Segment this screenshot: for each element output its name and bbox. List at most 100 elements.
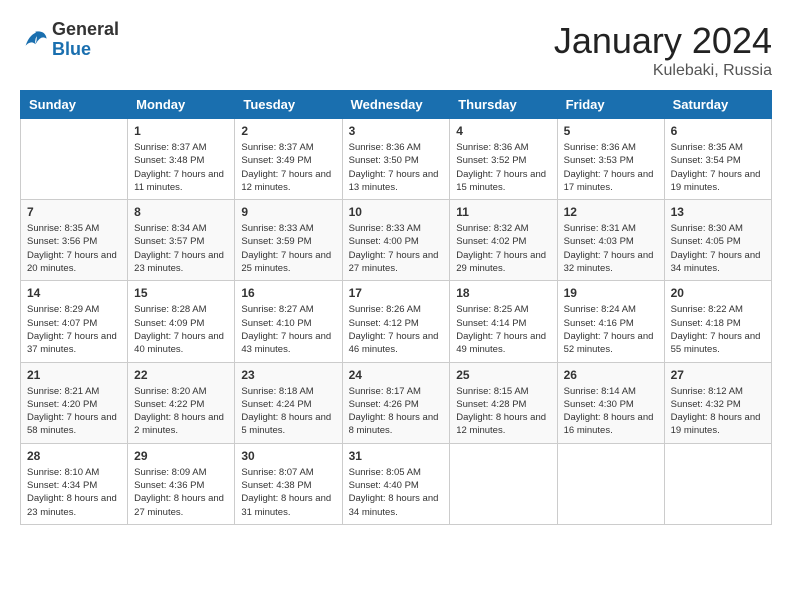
weekday-header-row: SundayMondayTuesdayWednesdayThursdayFrid… [21, 91, 772, 119]
day-info: Sunrise: 8:33 AMSunset: 4:00 PMDaylight:… [349, 222, 444, 275]
calendar-cell: 21Sunrise: 8:21 AMSunset: 4:20 PMDayligh… [21, 362, 128, 443]
logo: General Blue [20, 20, 119, 60]
calendar-cell: 31 Sunrise: 8:05 AMSunset: 4:40 PMDayligh… [342, 443, 450, 524]
day-info: Sunrise: 8:36 AMSunset: 3:53 PMDaylight:… [564, 141, 658, 194]
day-number: 11 [456, 205, 550, 219]
calendar-cell: 20 Sunrise: 8:22 AMSunset: 4:18 PMDayligh… [664, 281, 771, 362]
title-section: January 2024 Kulebaki, Russia [554, 20, 772, 80]
day-number: 1 [134, 124, 228, 138]
calendar-week-row: 21Sunrise: 8:21 AMSunset: 4:20 PMDayligh… [21, 362, 772, 443]
day-number: 22 [134, 368, 228, 382]
calendar-cell: 25 Sunrise: 8:15 AMSunset: 4:28 PMDayligh… [450, 362, 557, 443]
calendar-cell: 28 Sunrise: 8:10 AMSunset: 4:34 PMDayligh… [21, 443, 128, 524]
weekday-header: Thursday [450, 91, 557, 119]
day-number: 10 [349, 205, 444, 219]
day-number: 2 [241, 124, 335, 138]
calendar-cell: 5Sunrise: 8:36 AMSunset: 3:53 PMDaylight… [557, 119, 664, 200]
day-info: Sunrise: 8:37 AMSunset: 3:49 PMDaylight:… [241, 141, 335, 194]
day-info: Sunrise: 8:28 AMSunset: 4:09 PMDaylight:… [134, 303, 228, 356]
day-info: Sunrise: 8:36 AMSunset: 3:50 PMDaylight:… [349, 141, 444, 194]
calendar-cell [557, 443, 664, 524]
day-number: 25 [456, 368, 550, 382]
location-title: Kulebaki, Russia [554, 62, 772, 80]
day-info: Sunrise: 8:31 AMSunset: 4:03 PMDaylight:… [564, 222, 658, 275]
calendar-cell: 14Sunrise: 8:29 AMSunset: 4:07 PMDayligh… [21, 281, 128, 362]
calendar-cell: 26 Sunrise: 8:14 AMSunset: 4:30 PMDayligh… [557, 362, 664, 443]
day-number: 28 [27, 449, 121, 463]
calendar-cell: 13Sunrise: 8:30 AMSunset: 4:05 PMDayligh… [664, 200, 771, 281]
calendar-cell: 8 Sunrise: 8:34 AMSunset: 3:57 PMDaylight… [128, 200, 235, 281]
calendar-cell: 29 Sunrise: 8:09 AMSunset: 4:36 PMDayligh… [128, 443, 235, 524]
calendar-cell: 9 Sunrise: 8:33 AMSunset: 3:59 PMDaylight… [235, 200, 342, 281]
logo-text: General Blue [52, 20, 119, 60]
day-info: Sunrise: 8:29 AMSunset: 4:07 PMDaylight:… [27, 303, 121, 356]
day-number: 8 [134, 205, 228, 219]
day-info: Sunrise: 8:10 AMSunset: 4:34 PMDaylight:… [27, 466, 121, 519]
day-info: Sunrise: 8:35 AMSunset: 3:54 PMDaylight:… [671, 141, 765, 194]
calendar-week-row: 7 Sunrise: 8:35 AMSunset: 3:56 PMDaylight… [21, 200, 772, 281]
calendar-cell: 11 Sunrise: 8:32 AMSunset: 4:02 PMDayligh… [450, 200, 557, 281]
calendar-cell: 30 Sunrise: 8:07 AMSunset: 4:38 PMDayligh… [235, 443, 342, 524]
calendar-cell: 4Sunrise: 8:36 AMSunset: 3:52 PMDaylight… [450, 119, 557, 200]
calendar-cell [664, 443, 771, 524]
day-info: Sunrise: 8:27 AMSunset: 4:10 PMDaylight:… [241, 303, 335, 356]
calendar-week-row: 14Sunrise: 8:29 AMSunset: 4:07 PMDayligh… [21, 281, 772, 362]
day-number: 3 [349, 124, 444, 138]
day-number: 15 [134, 286, 228, 300]
calendar-cell: 16Sunrise: 8:27 AMSunset: 4:10 PMDayligh… [235, 281, 342, 362]
weekday-header: Friday [557, 91, 664, 119]
logo-general: General [52, 20, 119, 40]
day-info: Sunrise: 8:12 AMSunset: 4:32 PMDaylight:… [671, 385, 765, 438]
day-number: 23 [241, 368, 335, 382]
day-number: 7 [27, 205, 121, 219]
day-info: Sunrise: 8:17 AMSunset: 4:26 PMDaylight:… [349, 385, 444, 438]
day-info: Sunrise: 8:30 AMSunset: 4:05 PMDaylight:… [671, 222, 765, 275]
calendar-table: SundayMondayTuesdayWednesdayThursdayFrid… [20, 90, 772, 525]
calendar-cell: 18Sunrise: 8:25 AMSunset: 4:14 PMDayligh… [450, 281, 557, 362]
calendar-cell: 3 Sunrise: 8:36 AMSunset: 3:50 PMDaylight… [342, 119, 450, 200]
day-info: Sunrise: 8:09 AMSunset: 4:36 PMDaylight:… [134, 466, 228, 519]
day-info: Sunrise: 8:18 AMSunset: 4:24 PMDaylight:… [241, 385, 335, 438]
calendar-cell: 22 Sunrise: 8:20 AMSunset: 4:22 PMDayligh… [128, 362, 235, 443]
day-number: 30 [241, 449, 335, 463]
day-number: 26 [564, 368, 658, 382]
day-info: Sunrise: 8:05 AMSunset: 4:40 PMDaylight:… [349, 466, 444, 519]
calendar-cell: 19 Sunrise: 8:24 AMSunset: 4:16 PMDayligh… [557, 281, 664, 362]
day-number: 6 [671, 124, 765, 138]
day-info: Sunrise: 8:14 AMSunset: 4:30 PMDaylight:… [564, 385, 658, 438]
calendar-cell: 23 Sunrise: 8:18 AMSunset: 4:24 PMDayligh… [235, 362, 342, 443]
calendar-week-row: 28 Sunrise: 8:10 AMSunset: 4:34 PMDayligh… [21, 443, 772, 524]
day-info: Sunrise: 8:32 AMSunset: 4:02 PMDaylight:… [456, 222, 550, 275]
calendar-cell: 1Sunrise: 8:37 AMSunset: 3:48 PMDaylight… [128, 119, 235, 200]
weekday-header: Monday [128, 91, 235, 119]
day-number: 31 [349, 449, 444, 463]
calendar-cell [450, 443, 557, 524]
day-info: Sunrise: 8:34 AMSunset: 3:57 PMDaylight:… [134, 222, 228, 275]
calendar-cell: 27Sunrise: 8:12 AMSunset: 4:32 PMDayligh… [664, 362, 771, 443]
day-info: Sunrise: 8:20 AMSunset: 4:22 PMDaylight:… [134, 385, 228, 438]
day-number: 9 [241, 205, 335, 219]
day-number: 19 [564, 286, 658, 300]
month-title: January 2024 [554, 20, 772, 62]
calendar-cell: 6 Sunrise: 8:35 AMSunset: 3:54 PMDaylight… [664, 119, 771, 200]
calendar-cell: 24 Sunrise: 8:17 AMSunset: 4:26 PMDayligh… [342, 362, 450, 443]
weekday-header: Wednesday [342, 91, 450, 119]
calendar-cell: 12Sunrise: 8:31 AMSunset: 4:03 PMDayligh… [557, 200, 664, 281]
day-info: Sunrise: 8:15 AMSunset: 4:28 PMDaylight:… [456, 385, 550, 438]
logo-blue: Blue [52, 40, 119, 60]
day-number: 29 [134, 449, 228, 463]
day-info: Sunrise: 8:35 AMSunset: 3:56 PMDaylight:… [27, 222, 121, 275]
day-info: Sunrise: 8:33 AMSunset: 3:59 PMDaylight:… [241, 222, 335, 275]
day-info: Sunrise: 8:21 AMSunset: 4:20 PMDaylight:… [27, 385, 121, 438]
day-info: Sunrise: 8:24 AMSunset: 4:16 PMDaylight:… [564, 303, 658, 356]
calendar-cell: 2 Sunrise: 8:37 AMSunset: 3:49 PMDaylight… [235, 119, 342, 200]
day-info: Sunrise: 8:25 AMSunset: 4:14 PMDaylight:… [456, 303, 550, 356]
day-number: 20 [671, 286, 765, 300]
day-number: 24 [349, 368, 444, 382]
calendar-week-row: 1Sunrise: 8:37 AMSunset: 3:48 PMDaylight… [21, 119, 772, 200]
page-header: General Blue January 2024 Kulebaki, Russ… [20, 20, 772, 80]
calendar-body: 1Sunrise: 8:37 AMSunset: 3:48 PMDaylight… [21, 119, 772, 525]
day-info: Sunrise: 8:26 AMSunset: 4:12 PMDaylight:… [349, 303, 444, 356]
day-info: Sunrise: 8:22 AMSunset: 4:18 PMDaylight:… [671, 303, 765, 356]
day-info: Sunrise: 8:07 AMSunset: 4:38 PMDaylight:… [241, 466, 335, 519]
